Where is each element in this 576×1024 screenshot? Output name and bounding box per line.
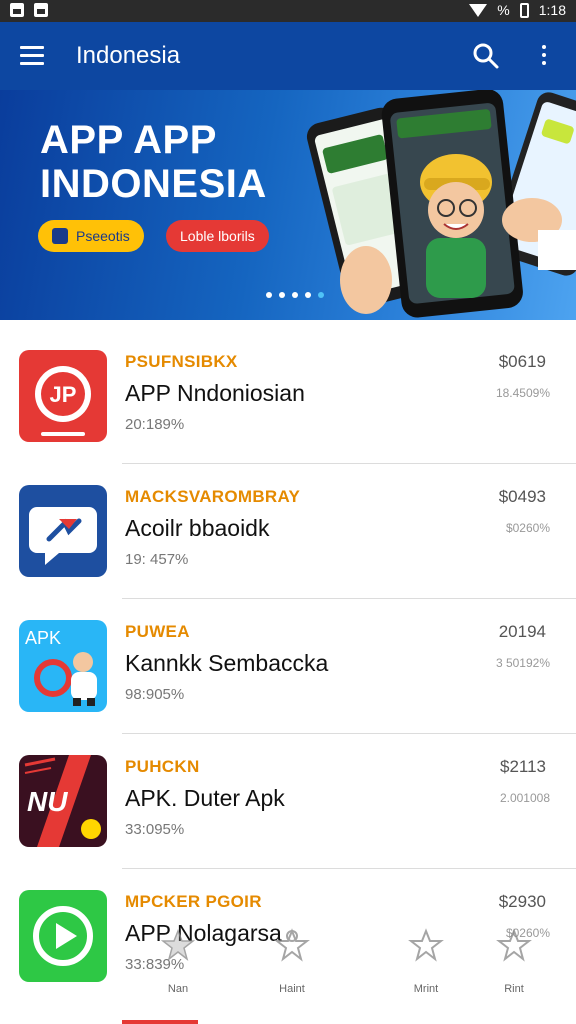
app-price: $0493 [498, 487, 546, 506]
phones-mascot-illustration [306, 90, 576, 318]
nav-label: Mrint [413, 983, 439, 995]
notification-icons [10, 3, 48, 17]
carousel-dot[interactable] [292, 292, 298, 298]
banner-chip-red-label: Loble lborils [180, 228, 255, 244]
carousel-dot-active[interactable] [318, 292, 324, 298]
app-category: MACKSVAROMBRAY [125, 487, 301, 506]
nav-item-mrint[interactable]: Mrint [396, 928, 456, 995]
app-price: $0619 [498, 352, 546, 371]
nav-item-haint[interactable]: Haint [262, 928, 322, 995]
wifi-icon [469, 3, 488, 17]
app-icon-text: APK [25, 628, 61, 648]
list-item[interactable]: NU PUHCKN APK. Duter Apk 33:095% $2113 2… [0, 735, 576, 869]
chat-bubble-icon [19, 485, 107, 577]
list-item[interactable]: MACKSVAROMBRAY Acoilr bbaoidk 19: 457% $… [0, 465, 576, 599]
carousel-dot[interactable] [279, 292, 285, 298]
bookmark-icon [274, 928, 310, 962]
bottom-navigation: Nan Haint Mrint Rint [122, 928, 576, 1008]
app-bar: Indonesia [0, 22, 576, 90]
app-category: PSUFNSIBKX [125, 352, 238, 371]
app-category: PUWEA [125, 622, 190, 641]
app-meta: 33:095% [125, 821, 185, 838]
apk-cartoon-icon: APK [19, 620, 107, 712]
play-green-icon [19, 890, 107, 982]
app-name: Kannkk Sembaccka [125, 650, 329, 676]
chip-icon [52, 228, 68, 244]
banner-title-line2: INDONESIA [40, 162, 267, 206]
star-icon [160, 928, 196, 961]
status-bar: % 1:18 [0, 0, 576, 22]
battery-icon [519, 2, 529, 18]
star-icon [408, 928, 444, 962]
nav-label: Nan [167, 983, 189, 995]
app-meta: 20:189% [125, 416, 185, 433]
app-sub-value: 18.4509% [495, 386, 550, 400]
carousel-dot[interactable] [305, 292, 311, 298]
app-name: APK. Duter Apk [125, 785, 285, 811]
app-sub-value: 2.001008 [499, 791, 550, 805]
list-item[interactable]: JP PSUFNSIBKX APP Nndoniosian 20:189% $0… [0, 330, 576, 464]
list-item[interactable]: APK PUWEA Kannkk Sembaccka 98:905% 20194… [0, 600, 576, 734]
nu-dark-icon: NU [19, 755, 107, 847]
promo-banner[interactable]: APP APP INDONESIA Pseeotis Loble lborils [0, 90, 576, 320]
page-title: Indonesia [76, 42, 181, 69]
divider [122, 598, 576, 599]
divider [122, 463, 576, 464]
image-notification-icon [10, 3, 24, 17]
clock: 1:18 [538, 2, 566, 18]
app-name: APP Nndoniosian [125, 380, 305, 406]
banner-chip-red[interactable]: Loble lborils [166, 220, 269, 252]
app-price: $2113 [499, 757, 546, 776]
banner-title: APP APP INDONESIA [40, 118, 267, 206]
nav-label: Rint [504, 983, 524, 995]
app-sub-value: $0260% [505, 521, 550, 535]
app-sub-value: 3 50192% [495, 656, 550, 670]
banner-title-line1: APP APP [40, 118, 217, 162]
next-item-peek [122, 1020, 198, 1024]
app-meta: 19: 457% [125, 551, 189, 568]
app-meta: 98:905% [125, 686, 185, 703]
overflow-menu-icon[interactable] [532, 42, 556, 70]
nav-item-rint[interactable]: Rint [484, 928, 544, 995]
nav-label: Haint [279, 983, 305, 995]
banner-chip-yellow-label: Pseeotis [76, 228, 130, 244]
app-category: PUHCKN [125, 757, 200, 776]
banner-chip-yellow[interactable]: Pseeotis [38, 220, 144, 252]
image-notification-icon [34, 3, 48, 17]
app-price: 20194 [498, 622, 546, 641]
app-icon-text: NU [27, 786, 68, 817]
app-name: Acoilr bbaoidk [125, 515, 270, 541]
app-icon-text: JP [50, 382, 77, 407]
carousel-indicator [266, 292, 324, 298]
divider [122, 733, 576, 734]
nav-item-nan[interactable]: Nan [148, 928, 208, 995]
battery-percent: % [497, 2, 510, 18]
jp-red-icon: JP [19, 350, 107, 442]
menu-icon[interactable] [20, 46, 44, 66]
divider [122, 868, 576, 869]
star-icon [496, 928, 532, 962]
carousel-dot[interactable] [266, 292, 272, 298]
search-icon[interactable] [472, 42, 500, 70]
app-price: $2930 [498, 892, 546, 911]
app-category: MPCKER PGOIR [125, 892, 262, 911]
